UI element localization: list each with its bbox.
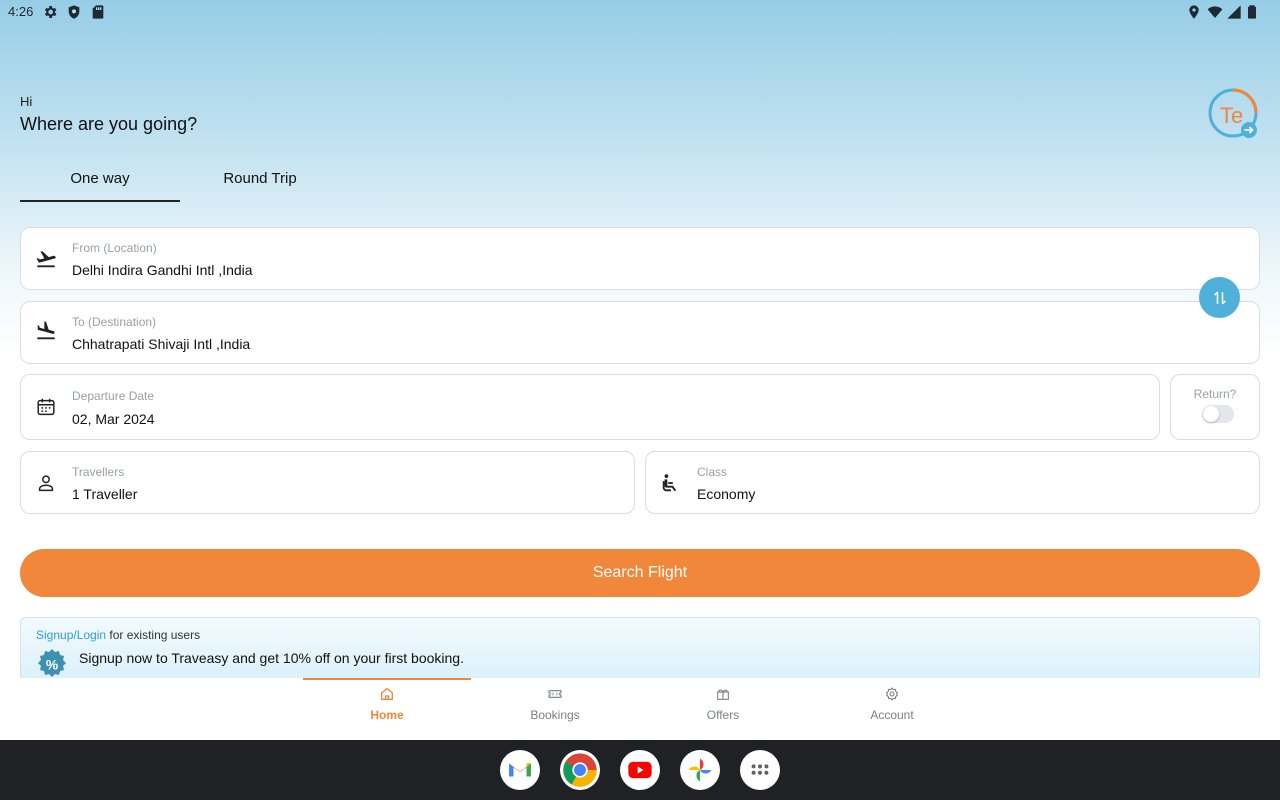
flight-takeoff-icon (35, 248, 57, 270)
signup-login-link[interactable]: Signup/Login (36, 628, 106, 642)
gmail-icon[interactable] (500, 750, 540, 790)
from-value: Delhi Indira Gandhi Intl ,India (72, 262, 253, 278)
swap-vertical-icon (1213, 291, 1226, 304)
travellers-field[interactable]: Travellers 1 Traveller (20, 451, 635, 514)
ticket-icon (547, 686, 563, 702)
from-label: From (Location) (72, 241, 157, 255)
signal-icon (1226, 4, 1242, 20)
discount-badge-icon: % (36, 648, 68, 680)
nav-offers[interactable]: Offers (663, 686, 783, 736)
location-icon (1186, 4, 1202, 20)
brand-logo[interactable]: Te (1208, 88, 1260, 140)
to-destination-field[interactable]: To (Destination) Chhatrapati Shivaji Int… (20, 301, 1260, 364)
travellers-label: Travellers (72, 465, 125, 479)
to-label: To (Destination) (72, 315, 157, 329)
travellers-value: 1 Traveller (72, 486, 138, 502)
departure-value: 02, Mar 2024 (72, 411, 155, 427)
badge-text: % (46, 657, 59, 673)
departure-date-field[interactable]: Departure Date 02, Mar 2024 (20, 374, 1160, 440)
return-toggle[interactable] (1202, 405, 1234, 423)
gear-icon (884, 686, 900, 702)
class-label: Class (697, 465, 728, 479)
wifi-icon (1207, 4, 1223, 20)
tab-one-way[interactable]: One way (20, 160, 180, 202)
calendar-icon (35, 396, 57, 418)
active-tab-indicator (303, 678, 471, 680)
class-field[interactable]: Class Economy (645, 451, 1260, 514)
youtube-icon[interactable] (620, 750, 660, 790)
greeting-hi: Hi (20, 94, 33, 109)
class-value: Economy (697, 486, 756, 502)
nav-home[interactable]: Home (327, 686, 447, 736)
flight-land-icon (35, 320, 57, 342)
search-flight-button[interactable]: Search Flight (20, 549, 1260, 597)
bottom-navigation: Home Bookings Offers Account (0, 678, 1280, 740)
promo-line1-rest: for existing users (106, 628, 201, 642)
status-time: 4:26 (8, 4, 34, 19)
nav-offers-label: Offers (706, 708, 740, 722)
signup-promo-banner: Signup/Login for existing users % Signup… (20, 617, 1260, 687)
promo-line2: Signup now to Traveasy and get 10% off o… (79, 650, 464, 666)
shield-icon (66, 4, 82, 20)
page-title: Where are you going? (20, 114, 198, 134)
trip-type-tabs: One way Round Trip (20, 160, 340, 202)
nav-bookings-label: Bookings (530, 708, 580, 722)
system-taskbar (0, 740, 1280, 800)
battery-icon (1244, 4, 1260, 20)
sd-card-icon (90, 4, 106, 20)
logo-text: Te (1220, 103, 1243, 128)
nav-bookings[interactable]: Bookings (495, 686, 615, 736)
app-drawer-icon[interactable] (740, 750, 780, 790)
gear-icon (42, 4, 58, 20)
seat-icon (660, 472, 682, 494)
person-icon (35, 472, 57, 494)
return-label: Return? (1193, 387, 1237, 401)
from-location-field[interactable]: From (Location) Delhi Indira Gandhi Intl… (20, 227, 1260, 290)
to-value: Chhatrapati Shivaji Intl ,India (72, 336, 251, 352)
promo-line1: Signup/Login for existing users (36, 628, 200, 642)
tab-round-trip[interactable]: Round Trip (180, 160, 340, 202)
photos-icon[interactable] (680, 750, 720, 790)
status-bar: 4:26 (0, 0, 1280, 24)
nav-home-label: Home (370, 708, 404, 722)
nav-account[interactable]: Account (832, 686, 952, 736)
nav-account-label: Account (870, 708, 914, 722)
home-icon (379, 686, 395, 702)
departure-label: Departure Date (72, 389, 155, 403)
gift-icon (715, 686, 731, 702)
swap-locations-button[interactable] (1199, 277, 1240, 318)
chrome-icon[interactable] (560, 750, 600, 790)
toggle-knob (1203, 406, 1219, 422)
